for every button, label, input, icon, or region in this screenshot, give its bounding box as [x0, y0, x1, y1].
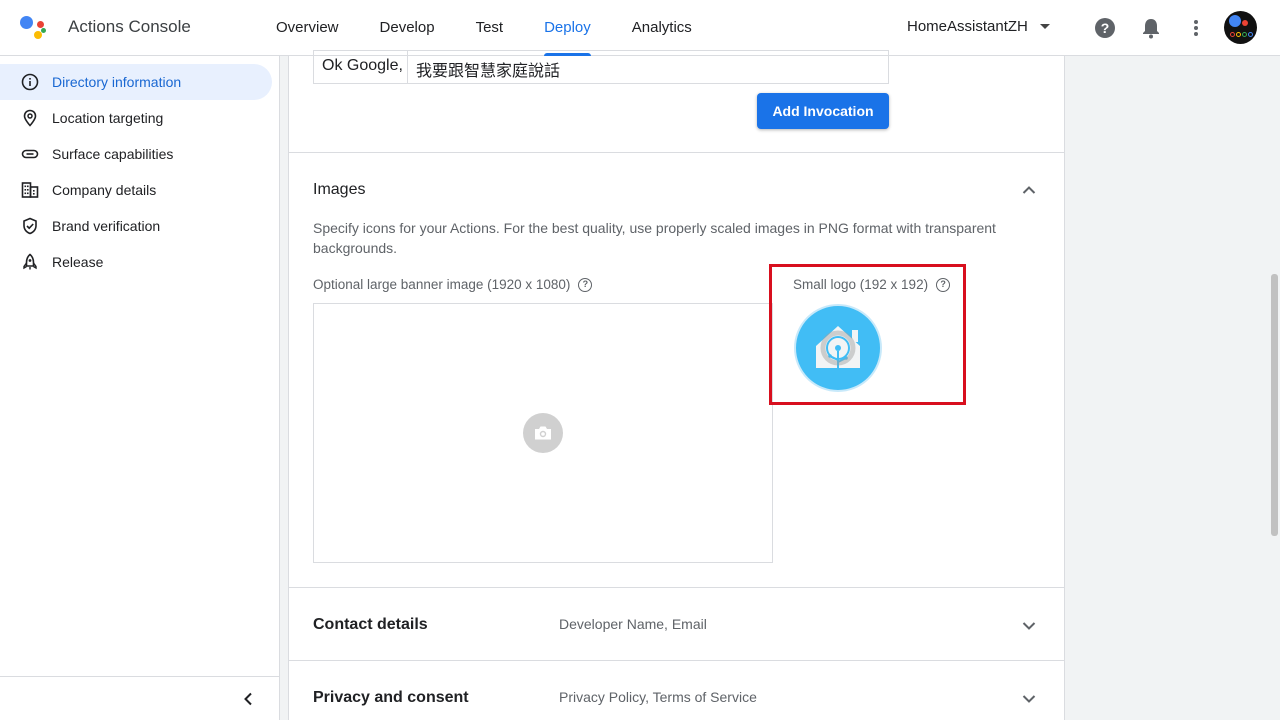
- scrollbar[interactable]: [1269, 56, 1280, 720]
- images-section-title: Images: [313, 181, 366, 198]
- banner-image-label-text: Optional large banner image (1920 x 1080…: [313, 277, 571, 292]
- help-circle-icon[interactable]: ?: [578, 277, 593, 292]
- invocation-row: Ok Google, 我要跟智慧家庭說話: [313, 50, 889, 84]
- brand[interactable]: Actions Console: [20, 14, 191, 40]
- scrollbar-thumb[interactable]: [1271, 274, 1278, 536]
- images-description: Specify icons for your Actions. For the …: [313, 220, 996, 256]
- left-gutter: [280, 56, 288, 720]
- project-selector[interactable]: HomeAssistantZH: [907, 18, 1050, 35]
- banner-image-label: Optional large banner image (1920 x 1080…: [313, 277, 593, 292]
- main-nav: Overview Develop Test Deploy Analytics: [276, 0, 733, 56]
- privacy-consent-title[interactable]: Privacy and consent: [313, 689, 469, 707]
- contact-details-title[interactable]: Contact details: [313, 616, 428, 634]
- invocation-prefix: Ok Google,: [314, 51, 408, 83]
- sidebar-item-brand-verification[interactable]: Brand verification: [0, 208, 272, 244]
- sidebar-item-location-targeting[interactable]: Location targeting: [0, 100, 272, 136]
- expand-chevron-down-icon[interactable]: [1021, 618, 1037, 634]
- camera-icon: [523, 413, 563, 453]
- main-card: Ok Google, 我要跟智慧家庭說話 Add Invocation Imag…: [288, 50, 1065, 720]
- sidebar-item-surface-capabilities[interactable]: Surface capabilities: [0, 136, 272, 172]
- building-icon: [21, 181, 39, 199]
- app-title: Actions Console: [68, 17, 191, 36]
- sidebar-item-label: Brand verification: [52, 218, 161, 234]
- location-pin-icon: [21, 109, 39, 127]
- sidebar-item-label: Release: [52, 254, 104, 270]
- dropdown-arrow-icon: [1039, 24, 1050, 29]
- sidebar-item-label: Location targeting: [52, 110, 164, 126]
- tab-overview[interactable]: Overview: [276, 0, 339, 56]
- info-icon: [21, 73, 39, 91]
- contact-details-summary: Developer Name, Email: [559, 616, 707, 632]
- google-assistant-logo-icon: [20, 14, 48, 40]
- tab-deploy[interactable]: Deploy: [544, 0, 591, 56]
- collapse-chevron-up-icon[interactable]: [1021, 182, 1037, 198]
- divider: [289, 587, 1064, 588]
- divider: [289, 660, 1064, 661]
- tab-develop[interactable]: Develop: [380, 0, 435, 56]
- invocation-phrase-input[interactable]: 我要跟智慧家庭說話: [408, 51, 560, 83]
- help-icon[interactable]: ?: [1093, 16, 1117, 40]
- divider: [289, 152, 1064, 153]
- banner-image-upload[interactable]: [313, 303, 773, 563]
- sidebar-item-directory-information[interactable]: Directory information: [0, 64, 272, 100]
- expand-chevron-down-icon[interactable]: [1021, 691, 1037, 707]
- notifications-bell-icon[interactable]: [1139, 16, 1163, 40]
- sidebar-item-release[interactable]: Release: [0, 244, 272, 280]
- sidebar-item-company-details[interactable]: Company details: [0, 172, 272, 208]
- project-name: HomeAssistantZH: [907, 18, 1028, 35]
- tab-analytics[interactable]: Analytics: [632, 0, 692, 56]
- link-icon: [21, 145, 39, 163]
- sidebar: Directory information Location targeting…: [0, 56, 280, 720]
- top-app-bar: Actions Console Overview Develop Test De…: [0, 0, 1280, 56]
- right-background: [1064, 56, 1280, 720]
- highlight-box: [769, 264, 966, 405]
- sidebar-item-label: Company details: [52, 182, 157, 198]
- add-invocation-button[interactable]: Add Invocation: [757, 93, 889, 129]
- sidebar-footer: [0, 676, 279, 720]
- tab-test[interactable]: Test: [476, 0, 504, 56]
- more-options-icon[interactable]: [1184, 16, 1208, 40]
- sidebar-item-label: Surface capabilities: [52, 146, 174, 162]
- avatar[interactable]: [1224, 11, 1257, 44]
- rocket-icon: [21, 253, 39, 271]
- collapse-sidebar-chevron-left-icon[interactable]: [238, 689, 258, 709]
- privacy-consent-summary: Privacy Policy, Terms of Service: [559, 689, 757, 705]
- sidebar-item-label: Directory information: [52, 74, 182, 90]
- shield-check-icon: [21, 217, 39, 235]
